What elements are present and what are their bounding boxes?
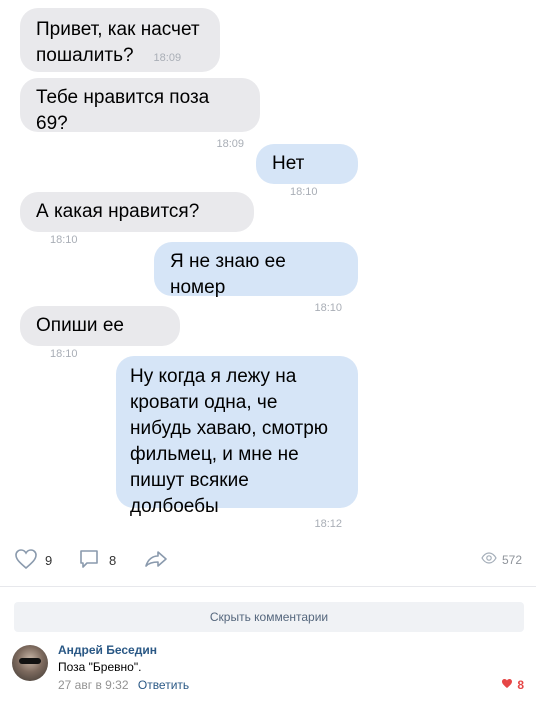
comment-like-button[interactable]: 8 [501,678,524,692]
message-text: Нет [272,153,305,174]
message-bubble: Я не знаю ее номер 18:10 [154,242,358,314]
message-time: 18:10 [50,234,78,246]
message-text: нибудь хаваю, смотрю [130,418,329,439]
heart-filled-icon [501,678,513,692]
message-time: 18:10 [290,186,318,198]
comment-icon [78,548,100,573]
chat-screenshot: Привет, как насчет пошалить? 18:09 Тебе н… [0,0,536,530]
message-bubble: Нет 18:10 [256,144,358,198]
share-arrow-icon [144,548,168,573]
message-bubble: Привет, как насчет пошалить? 18:09 [20,8,220,72]
message-text: Ну когда я лежу на [130,366,297,387]
comment-author-link[interactable]: Андрей Беседин [58,643,157,657]
message-bubble: Ну когда я лежу на кровати одна, че нибу… [116,356,358,530]
message-bubble: А какая нравится? 18:10 [20,192,254,246]
heart-outline-icon [14,548,38,573]
message-text: Я не знаю ее номер [170,251,286,298]
share-button[interactable] [144,548,168,573]
comment-meta: 27 авг в 9:32 Ответить [58,678,189,692]
comment-date[interactable]: 27 авг в 9:32 [58,678,129,692]
post-actions: 9 8 572 [0,546,536,576]
avatar-glasses [19,658,41,664]
eye-icon [481,552,497,567]
comments-button[interactable]: 8 [78,548,116,573]
divider [0,586,536,587]
message-time: 18:09 [216,138,244,150]
message-text: пошалить? 18:09 [36,43,204,71]
message-time: 18:09 [153,52,182,64]
message-text: кровати одна, че [130,392,278,413]
comment-item: Андрей Беседин Поза "Бревно". 27 авг в 9… [12,643,524,699]
message-text: фильмец, и мне не [130,444,299,465]
comments-count: 8 [109,553,117,568]
comment-text: Поза "Бревно". [58,660,142,674]
message-text: Опиши ее [36,315,124,336]
message-time: 18:10 [50,348,78,360]
message-text: Тебе нравится поза 69? [36,87,210,134]
message-bubble: Тебе нравится поза 69? 18:09 [20,78,260,150]
hide-comments-button[interactable]: Скрыть комментарии [14,602,524,632]
message-time: 18:10 [314,302,342,314]
message-text: Привет, как насчет [36,19,200,40]
like-button[interactable]: 9 [14,548,52,573]
avatar[interactable] [12,645,48,681]
message-text: пишут всякие долбоебы [130,470,249,517]
reply-link[interactable]: Ответить [138,678,189,692]
message-text: А какая нравится? [36,201,200,222]
likes-count: 9 [45,553,53,568]
comment-likes-count: 8 [517,678,524,692]
views-counter: 572 [481,552,522,567]
views-count: 572 [501,552,522,567]
message-bubble: Опиши ее 18:10 [20,306,180,360]
